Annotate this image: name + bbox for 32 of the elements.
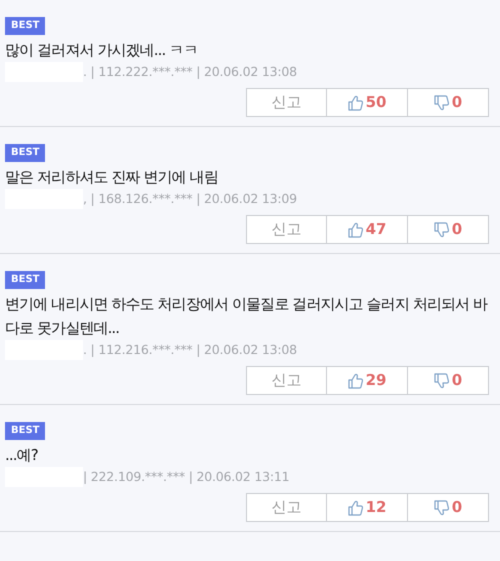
like-button[interactable]: 12: [327, 493, 408, 522]
like-button[interactable]: 50: [327, 88, 408, 117]
comment-text: 말은 저리하셔도 진짜 변기에 내림: [5, 167, 219, 188]
dislike-button[interactable]: 0: [408, 366, 489, 395]
thumbs-down-icon: [434, 222, 449, 238]
comment-meta: . | 112.222.***.*** | 20.06.02 13:08: [83, 62, 297, 81]
best-badge: BEST: [5, 17, 46, 35]
like-button[interactable]: 47: [327, 215, 408, 244]
best-badge: BEST: [5, 144, 46, 162]
like-button[interactable]: 29: [327, 366, 408, 395]
comment-meta: , | 168.126.***.*** | 20.06.02 13:09: [83, 190, 297, 208]
comment-text: 변기에 내리시면 하수도 처리장에서 이물질로 걸러지시고 슬러지 처리되서 바다로 못가실텐데...: [5, 294, 489, 339]
report-button[interactable]: 신고: [246, 215, 327, 244]
thumbs-down-icon: [434, 372, 449, 388]
thumbs-down-icon: [434, 94, 449, 110]
thumbs-up-icon: [348, 500, 363, 516]
comment-text: 많이 걸러져서 가시겠네... ㅋㅋ: [5, 40, 198, 61]
report-button[interactable]: 신고: [246, 493, 327, 522]
dislike-button[interactable]: 0: [408, 88, 489, 117]
thumbs-up-icon: [348, 94, 363, 110]
best-badge: BEST: [5, 271, 46, 289]
thumbs-down-icon: [434, 500, 449, 516]
report-button[interactable]: 신고: [246, 366, 327, 395]
thumbs-up-icon: [348, 222, 363, 238]
report-button[interactable]: 신고: [246, 88, 327, 117]
dislike-button[interactable]: 0: [408, 493, 489, 522]
comment-meta: . | 112.216.***.*** | 20.06.02 13:08: [83, 340, 297, 359]
comment-text: ...예?: [5, 445, 39, 466]
comment-meta: | 222.109.***.*** | 20.06.02 13:11: [83, 468, 290, 486]
best-badge: BEST: [5, 422, 46, 440]
thumbs-up-icon: [348, 372, 363, 388]
dislike-button[interactable]: 0: [408, 215, 489, 244]
